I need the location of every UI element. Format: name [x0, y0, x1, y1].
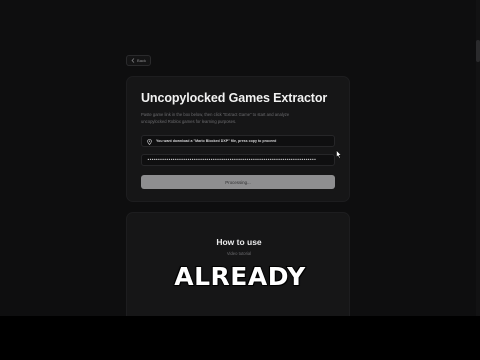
how-to-use-title: How to use — [216, 237, 262, 247]
pin-icon — [147, 132, 152, 150]
browser-viewport: Back Uncopylocked Games Extractor Paste … — [0, 0, 480, 316]
extractor-description: Paste game link in the box below, then c… — [141, 112, 290, 124]
processing-button[interactable]: Processing... — [141, 175, 335, 189]
extractor-card: Uncopylocked Games Extractor Paste game … — [126, 76, 350, 202]
scrollbar[interactable] — [476, 0, 480, 316]
scrollbar-thumb[interactable] — [476, 40, 480, 62]
password-input[interactable]: ••••••••••••••••••••••••••••••••••••••••… — [141, 154, 335, 166]
video-frame: Back Uncopylocked Games Extractor Paste … — [0, 0, 480, 360]
video-caption: ALREADY — [174, 261, 307, 292]
mouse-cursor-icon — [336, 146, 342, 164]
notice-text: You want download a "Mario Blocked DXP" … — [156, 139, 277, 143]
page-title: Uncopylocked Games Extractor — [141, 91, 328, 105]
password-value: ••••••••••••••••••••••••••••••••••••••••… — [147, 157, 316, 163]
download-notice: You want download a "Mario Blocked DXP" … — [141, 135, 335, 147]
chevron-left-icon — [131, 57, 135, 64]
video-tutorial-label: Video tutorial — [226, 251, 252, 256]
back-button-label: Back — [137, 58, 146, 63]
back-button[interactable]: Back — [126, 55, 151, 66]
